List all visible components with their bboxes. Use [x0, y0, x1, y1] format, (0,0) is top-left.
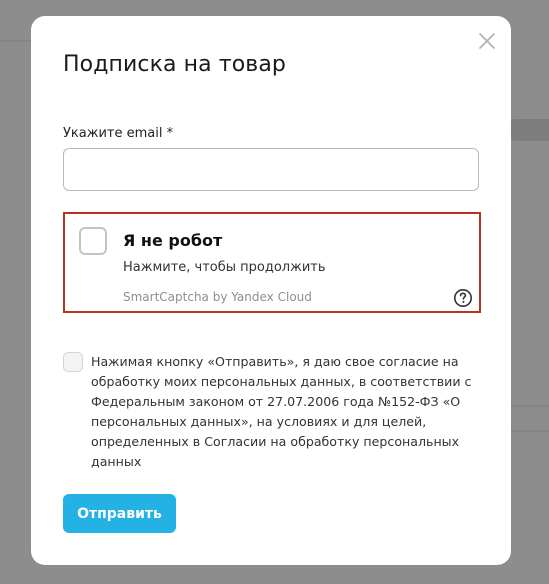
modal-title: Подписка на товар [63, 52, 286, 77]
captcha-widget[interactable]: Я не робот Нажмите, чтобы продолжить Sma… [63, 212, 481, 313]
close-icon [479, 33, 495, 49]
question-circle-icon [454, 289, 472, 307]
email-label: Укажите email * [63, 126, 174, 141]
captcha-subtitle: Нажмите, чтобы продолжить [123, 260, 326, 275]
close-button[interactable] [477, 31, 497, 51]
background-divider [511, 405, 549, 407]
email-input[interactable] [63, 148, 479, 191]
captcha-help-button[interactable] [453, 288, 473, 308]
captcha-title: Я не робот [123, 231, 223, 250]
captcha-brand: SmartCaptcha by Yandex Cloud [123, 290, 312, 304]
consent-checkbox[interactable] [63, 352, 83, 372]
consent-text: Нажимая кнопку «Отправить», я даю свое с… [91, 354, 472, 469]
submit-button[interactable]: Отправить [63, 494, 176, 533]
background-element [511, 119, 549, 141]
background-divider [0, 40, 34, 42]
subscription-modal: Подписка на товар Укажите email * Я не р… [31, 16, 511, 565]
background-divider [511, 430, 549, 432]
captcha-checkbox[interactable] [79, 227, 107, 255]
